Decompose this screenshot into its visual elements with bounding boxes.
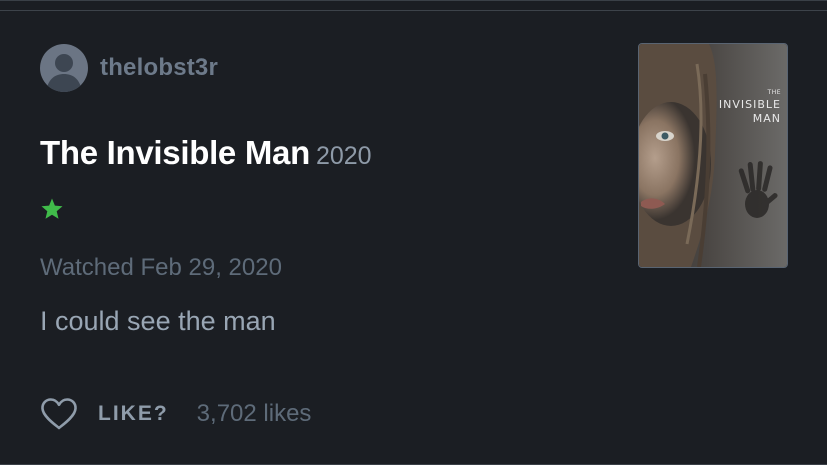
star-rating-icon xyxy=(41,198,63,219)
avatar[interactable] xyxy=(40,44,88,92)
poster-title-invisible: INVISIBLE xyxy=(718,98,781,111)
film-year-link[interactable]: 2020 xyxy=(316,142,372,170)
film-poster[interactable]: THE INVISIBLE MAN xyxy=(638,43,788,268)
like-row: LIKE? 3,702 likes xyxy=(40,396,311,432)
poster-title-the: THE xyxy=(767,89,781,96)
film-heading: The Invisible Man 2020 xyxy=(40,134,372,172)
watched-date: Watched Feb 29, 2020 xyxy=(40,254,282,281)
divider xyxy=(0,10,827,11)
poster-title-man: MAN xyxy=(752,112,781,125)
poster-artwork xyxy=(639,44,787,267)
review-card: thelobst3r The Invisible Man 2020 Watched… xyxy=(0,0,827,465)
film-title-link[interactable]: The Invisible Man xyxy=(40,134,310,171)
username-link[interactable]: thelobst3r xyxy=(100,54,218,82)
likes-count-link[interactable]: 3,702 likes xyxy=(197,400,312,428)
like-button[interactable]: LIKE? xyxy=(98,402,169,426)
heart-outline-icon[interactable] xyxy=(40,397,78,431)
default-user-avatar-icon xyxy=(46,54,82,92)
review-text: I could see the man xyxy=(40,306,276,336)
